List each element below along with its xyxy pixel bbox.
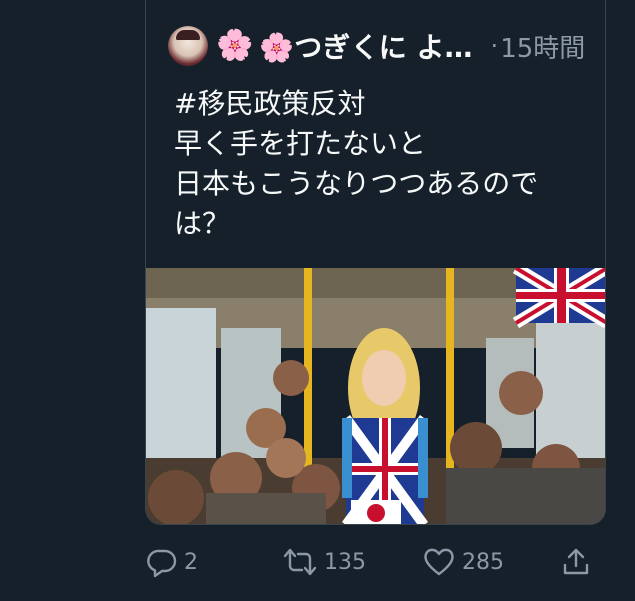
like-count: 285 [462,549,504,575]
cherry-blossom-icon: 🌸 [216,28,254,63]
tweet-action-bar: 2 135 285 [0,540,635,584]
heart-icon [424,548,454,576]
share-icon [563,548,589,575]
tweet-media-image[interactable] [146,268,605,524]
tweet-text-line: 早く手を打たないと [174,127,427,160]
tweet-text: #移民政策反対 早く手を打たないと 日本もこうなりつつあるので は？ [174,84,594,244]
bus-interior-illustration [146,268,605,524]
share-button[interactable] [560,540,592,584]
retweet-icon [283,548,317,576]
reply-count: 2 [184,549,198,575]
tweet-timestamp[interactable]: 15時間 [500,28,585,65]
quoted-tweet-card[interactable]: 🌸 🌸つぎくに よ… · 15時間 #移民政策反対 早く手を打たないと 日本もこ… [145,0,606,525]
retweet-button[interactable]: 135 [282,540,366,584]
reply-icon [147,549,177,578]
retweet-count: 135 [324,549,366,575]
reply-button[interactable]: 2 [146,540,198,584]
tweet-text-line: 日本もこうなりつつあるので [174,167,539,200]
tweet-text-line: は？ [174,207,231,240]
separator-dot: · [490,32,499,60]
like-button[interactable]: 285 [422,540,504,584]
display-name[interactable]: 🌸つぎくに よ… [259,26,472,66]
tweet-header: 🌸 🌸つぎくに よ… · 15時間 [168,24,585,68]
tweet-hashtag[interactable]: #移民政策反対 [174,84,594,124]
avatar[interactable] [168,26,208,66]
